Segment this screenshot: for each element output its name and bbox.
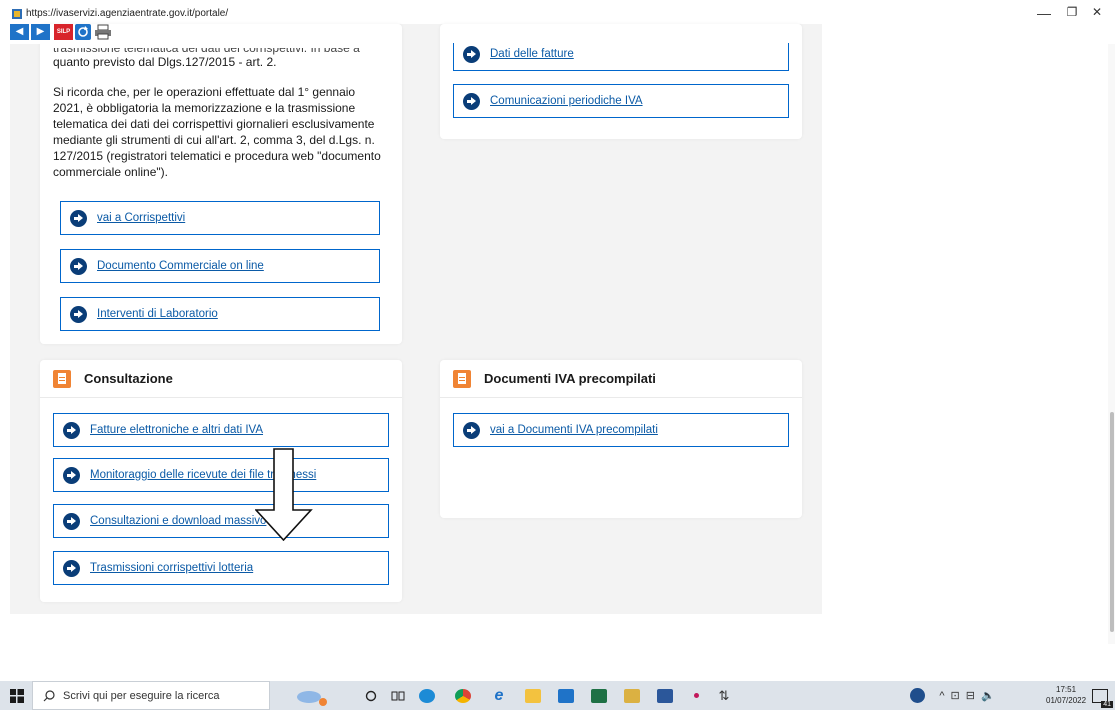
close-button[interactable]: ✕ (1085, 5, 1109, 19)
transfer-arrows-icon[interactable]: ⇅ (712, 681, 736, 710)
link-label[interactable]: Fatture elettroniche e altri dati IVA (90, 424, 263, 436)
outlook-icon[interactable] (553, 681, 579, 710)
arrow-right-circle-icon (70, 209, 87, 227)
link-label[interactable]: Consultazioni e download massivo (90, 515, 266, 527)
link-interventi-laboratorio[interactable]: Interventi di Laboratorio (60, 297, 380, 331)
arrow-right-circle-icon (463, 92, 480, 110)
card-header: Documenti IVA precompilati (440, 360, 802, 398)
weather-widget-icon[interactable] (288, 681, 336, 710)
minimize-button[interactable]: — (1032, 5, 1056, 21)
link-label[interactable]: Interventi di Laboratorio (97, 308, 218, 320)
back-button[interactable]: ◀ (10, 24, 29, 40)
word-icon[interactable] (652, 681, 678, 710)
silp-button[interactable]: SILP (54, 24, 73, 40)
link-label[interactable]: Documento Commerciale on line (97, 260, 264, 272)
document-icon (53, 370, 71, 388)
system-tray-icons[interactable]: ^ ⊡ ⊟ 🔈 (932, 681, 1002, 710)
corrispettivi-card: trasmissione telematica dei dati dei cor… (40, 24, 402, 344)
internet-explorer-icon[interactable]: e (486, 681, 512, 710)
windows-taskbar: Scrivi qui per eseguire la ricerca e ⇅ ^… (0, 681, 1115, 710)
annotation-down-arrow (255, 448, 313, 541)
taskbar-clock[interactable]: 17:51 01/07/2022 (1046, 684, 1086, 706)
link-comunicazioni-periodiche[interactable]: Comunicazioni periodiche IVA (453, 84, 789, 118)
link-label[interactable]: vai a Corrispettivi (97, 212, 185, 224)
help-icon[interactable] (906, 681, 928, 710)
maximize-button[interactable]: ❐ (1060, 5, 1084, 19)
document-icon (453, 370, 471, 388)
paragraph-1-end: quanto previsto dal Dlgs.127/2015 - art.… (53, 55, 277, 69)
link-trasmissioni-lotteria[interactable]: Trasmissioni corrispettivi lotteria (53, 551, 389, 585)
consultazione-card: Consultazione Fatture elettroniche e alt… (40, 360, 402, 602)
app-dot-icon[interactable] (685, 681, 707, 710)
paragraph-2: Si ricorda che, per le operazioni effett… (53, 85, 381, 179)
link-label[interactable]: Dati delle fatture (490, 48, 574, 60)
search-placeholder: Scrivi qui per eseguire la ricerca (63, 690, 220, 702)
link-monitoraggio-ricevute[interactable]: Monitoraggio delle ricevute dei file tra… (53, 458, 389, 492)
clock-time: 17:51 (1056, 685, 1077, 694)
cortana-icon[interactable] (360, 681, 382, 710)
title-bar: https://ivaservizi.agenziaentrate.gov.it… (0, 0, 1115, 24)
link-dati-delle-fatture[interactable]: Dati delle fatture (453, 43, 789, 71)
arrow-right-circle-icon (463, 45, 480, 63)
url-text[interactable]: https://ivaservizi.agenziaentrate.gov.it… (26, 8, 228, 19)
arrow-right-circle-icon (63, 559, 80, 577)
link-documento-commerciale[interactable]: Documento Commerciale on line (60, 249, 380, 283)
precompilati-card: Documenti IVA precompilati vai a Documen… (440, 360, 802, 518)
card-title: Documenti IVA precompilati (484, 371, 656, 386)
arrow-right-circle-icon (63, 421, 80, 439)
link-fatture-elettroniche[interactable]: Fatture elettroniche e altri dati IVA (53, 413, 389, 447)
fatture-card: Dati delle fatture Comunicazioni periodi… (440, 24, 802, 139)
card-header: Consultazione (40, 360, 402, 398)
arrow-right-circle-icon (63, 512, 80, 530)
edge-icon[interactable] (414, 681, 440, 710)
notification-count: 41 (1101, 700, 1113, 708)
arrow-right-circle-icon (70, 305, 87, 323)
site-favicon-icon (12, 9, 22, 19)
excel-icon[interactable] (586, 681, 612, 710)
refresh-icon[interactable] (75, 24, 91, 40)
card-title: Consultazione (84, 371, 173, 386)
notifications-icon[interactable]: 41 (1088, 681, 1113, 710)
link-label[interactable]: vai a Documenti IVA precompilati (490, 424, 658, 436)
file-explorer-icon[interactable] (520, 681, 546, 710)
arrow-right-circle-icon (463, 421, 480, 439)
forward-button[interactable]: ▶ (31, 24, 50, 40)
link-vai-a-corrispettivi[interactable]: vai a Corrispettivi (60, 201, 380, 235)
browser-toolbar: ◀ ▶ SILP (8, 24, 113, 44)
scrollbar-thumb[interactable] (1110, 412, 1114, 632)
link-label[interactable]: Trasmissioni corrispettivi lotteria (90, 562, 253, 574)
taskbar-search-input[interactable]: Scrivi qui per eseguire la ricerca (32, 681, 270, 710)
link-consultazioni-download[interactable]: Consultazioni e download massivo (53, 504, 389, 538)
task-view-icon[interactable] (387, 681, 409, 710)
arrow-right-circle-icon (70, 257, 87, 275)
clock-date: 01/07/2022 (1046, 696, 1087, 705)
chrome-icon[interactable] (450, 681, 476, 710)
link-vai-a-precompilati[interactable]: vai a Documenti IVA precompilati (453, 413, 789, 447)
search-icon (43, 690, 55, 702)
print-icon[interactable] (94, 24, 112, 40)
browser-window: https://ivaservizi.agenziaentrate.gov.it… (0, 0, 1115, 710)
link-label[interactable]: Comunicazioni periodiche IVA (490, 95, 643, 107)
folder-icon[interactable] (619, 681, 645, 710)
arrow-right-circle-icon (63, 466, 80, 484)
windows-start-icon[interactable] (6, 681, 28, 710)
